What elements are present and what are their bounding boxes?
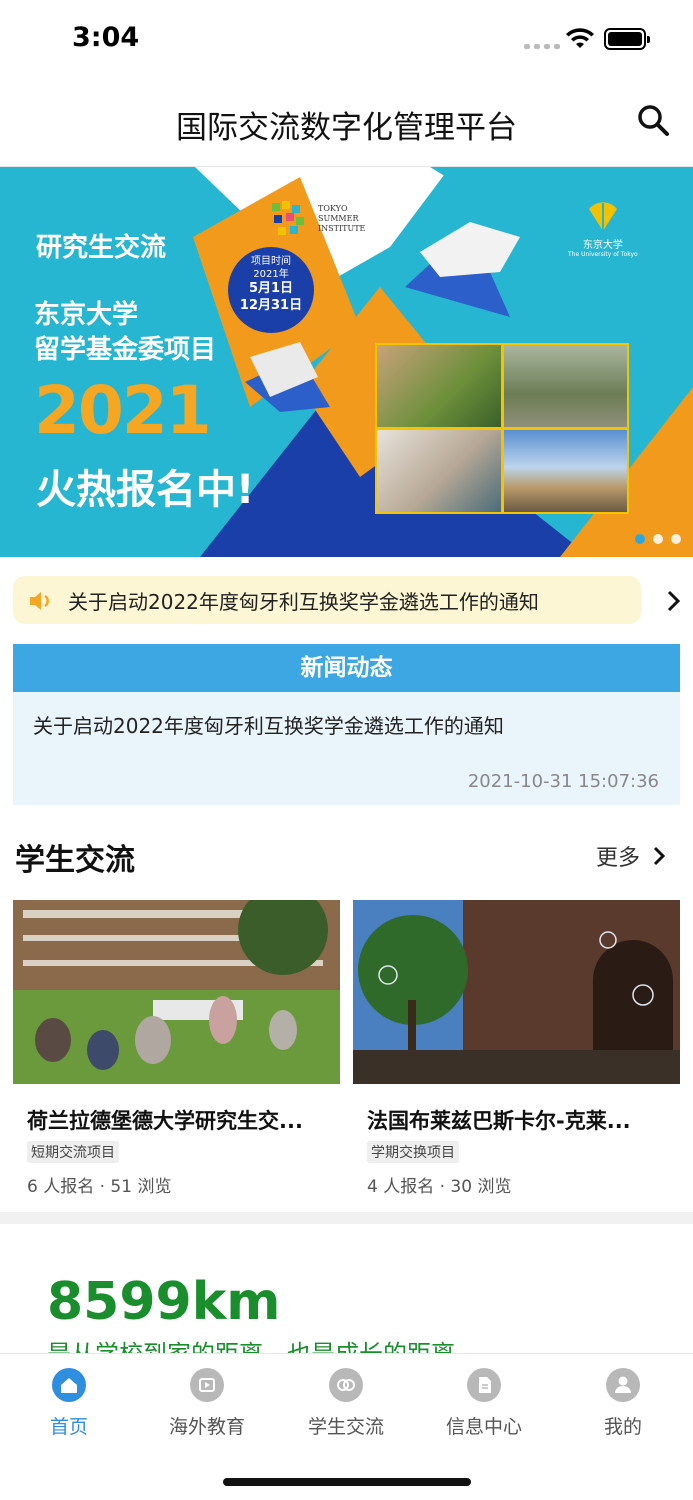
utokyo-name: 东京大学 (582, 240, 623, 251)
chevron-right-icon (653, 846, 666, 866)
card-photo-street (353, 900, 680, 1084)
tsi-line-2: SUMMER (318, 214, 359, 223)
tab-home[interactable]: 首页 (0, 1368, 138, 1439)
project-time-year: 2021年 (253, 269, 289, 280)
chevron-right-icon[interactable] (664, 589, 682, 613)
banner-pagination (635, 534, 681, 544)
card-stats: 6 人报名 · 51 浏览 (27, 1177, 172, 1197)
news-item-title[interactable]: 关于启动2022年度匈牙利互换奖学金遴选工作的通知 (33, 710, 504, 739)
document-icon (467, 1368, 501, 1402)
signal-icon (524, 44, 560, 49)
more-link[interactable]: 更多 (596, 840, 666, 872)
banner-dot-2[interactable] (653, 534, 663, 544)
speaker-icon (30, 592, 49, 610)
tsi-logo: TOKYO SUMMER INSTITUTE (268, 199, 365, 239)
banner-photo-students (377, 345, 501, 427)
tab-label: 学生交流 (307, 1416, 384, 1438)
project-start-date: 5月1日 (248, 281, 294, 296)
banner-dot-3[interactable] (671, 534, 681, 544)
section-title: 学生交流 (15, 843, 135, 878)
banner-photo-campus (503, 345, 627, 427)
tab-info-center[interactable]: 信息中心 (415, 1368, 553, 1439)
utokyo-logo: 东京大学 The University of Tokyo (568, 199, 638, 258)
project-time-label: 项目时间 (251, 256, 291, 267)
news-item-time: 2021-10-31 15:07:36 (467, 771, 659, 792)
card-title: 荷兰拉德堡德大学研究生交... (27, 1109, 303, 1133)
notice-text: 关于启动2022年度匈牙利互换奖学金遴选工作的通知 (68, 590, 539, 614)
video-icon (190, 1368, 224, 1402)
banner-line-2: 东京大学 (34, 300, 139, 330)
home-icon (52, 1368, 86, 1402)
exchange-card[interactable]: 法国布莱兹巴斯卡尔-克莱... 学期交换项目 4 人报名 · 30 浏览 (353, 900, 680, 1212)
card-tag: 短期交流项目 (27, 1141, 119, 1163)
card-image (353, 900, 680, 1084)
distance-value: 8599km (47, 1272, 281, 1332)
tab-student-exchange[interactable]: 学生交流 (277, 1368, 415, 1439)
banner-line-1: 研究生交流 (36, 233, 167, 263)
tab-label: 首页 (49, 1416, 88, 1438)
card-image (13, 900, 340, 1084)
tsi-line-1: TOKYO (318, 204, 348, 213)
battery-icon (604, 28, 650, 50)
status-bar: 3:04 (0, 0, 693, 80)
project-end-date: 12月31日 (239, 297, 303, 313)
project-time-badge: 项目时间 2021年 5月1日 12月31日 (228, 247, 314, 333)
card-photo-lawn (13, 900, 340, 1084)
tab-label: 我的 (603, 1416, 642, 1438)
tab-overseas-education[interactable]: 海外教育 (138, 1368, 276, 1439)
search-icon[interactable] (637, 104, 671, 138)
promo-banner[interactable]: TOKYO SUMMER INSTITUTE 东京大学 The University… (0, 167, 693, 557)
banner-photo-study (377, 430, 501, 512)
home-indicator (223, 1478, 471, 1486)
exchange-card[interactable]: 荷兰拉德堡德大学研究生交... 短期交流项目 6 人报名 · 51 浏览 (13, 900, 340, 1212)
tsi-logo-mark (272, 201, 304, 235)
status-time: 3:04 (72, 22, 140, 53)
user-icon (606, 1368, 640, 1402)
notice-bar[interactable]: 关于启动2022年度匈牙利互换奖学金遴选工作的通知 (13, 576, 641, 624)
tab-label: 海外教育 (168, 1416, 245, 1438)
utokyo-english-name: The University of Tokyo (568, 251, 638, 258)
distance-subtitle: 是从学校到家的距离，也是成长的距离 (47, 1340, 455, 1354)
banner-line-3: 留学基金委项目 (34, 335, 217, 365)
banner-year: 2021 (34, 372, 212, 449)
top-navbar: 国际交流数字化管理平台 (0, 80, 693, 167)
banner-cta: 火热报名中! (36, 467, 255, 513)
card-title: 法国布莱兹巴斯卡尔-克莱... (367, 1109, 631, 1133)
section-divider (0, 1212, 693, 1224)
link-icon (329, 1368, 363, 1402)
tab-mine[interactable]: 我的 (554, 1368, 692, 1439)
ginkgo-icon (588, 202, 617, 231)
wifi-icon (566, 28, 594, 48)
card-stats: 4 人报名 · 30 浏览 (367, 1177, 512, 1197)
card-tag: 学期交换项目 (367, 1141, 459, 1163)
banner-dot-1[interactable] (635, 534, 645, 544)
page-title: 国际交流数字化管理平台 (176, 110, 517, 146)
tsi-line-3: INSTITUTE (318, 224, 366, 233)
news-header: 新闻动态 (13, 644, 680, 692)
banner-photo-cathedral (503, 430, 627, 512)
more-label: 更多 (596, 846, 641, 871)
tab-label: 信息中心 (445, 1416, 522, 1438)
banner-photo-grid (375, 343, 629, 514)
news-panel: 新闻动态 关于启动2022年度匈牙利互换奖学金遴选工作的通知 2021-10-3… (13, 644, 680, 805)
